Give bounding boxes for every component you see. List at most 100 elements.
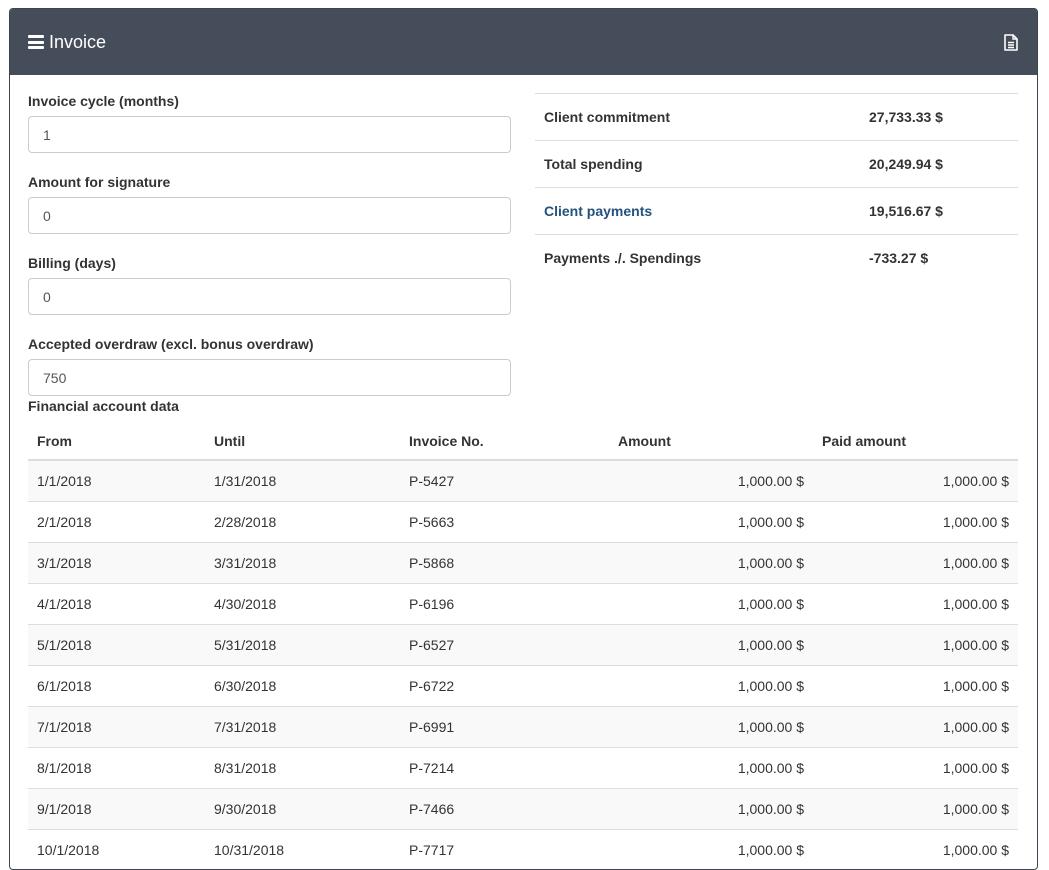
cell-amount: 1,000.00 $ [609,707,813,748]
invoice-panel: Invoice Invoice cycle (months) Amount fo… [9,8,1038,870]
client-payments-value: 19,516.67 $ [860,188,1018,235]
cell-from: 9/1/2018 [28,789,205,830]
client-payments-link[interactable]: Client payments [544,203,652,219]
cell-from: 10/1/2018 [28,830,205,870]
cell-amount: 1,000.00 $ [609,666,813,707]
document-icon[interactable] [1001,32,1021,52]
cell-until: 5/31/2018 [205,625,400,666]
cell-paid-amount: 1,000.00 $ [813,502,1018,543]
cell-from: 3/1/2018 [28,543,205,584]
table-row[interactable]: 5/1/2018 5/31/2018 P-6527 1,000.00 $ 1,0… [28,625,1018,666]
table-row[interactable]: 7/1/2018 7/31/2018 P-6991 1,000.00 $ 1,0… [28,707,1018,748]
total-spending-value: 20,249.94 $ [860,141,1018,188]
cell-paid-amount: 1,000.00 $ [813,830,1018,870]
title-wrap: Invoice [28,32,106,53]
table-row[interactable]: 1/1/2018 1/31/2018 P-5427 1,000.00 $ 1,0… [28,460,1018,502]
financial-account-table: From Until Invoice No. Amount Paid amoun… [28,423,1018,870]
cell-paid-amount: 1,000.00 $ [813,707,1018,748]
column-header-invoice-no[interactable]: Invoice No. [400,423,609,460]
payments-vs-spendings-value: -733.27 $ [860,235,1018,282]
cell-until: 4/30/2018 [205,584,400,625]
summary-row-payments-vs-spendings: Payments ./. Spendings -733.27 $ [535,235,1018,282]
payments-vs-spendings-label: Payments ./. Spendings [535,235,860,282]
cell-paid-amount: 1,000.00 $ [813,748,1018,789]
cell-invoice-no: P-6527 [400,625,609,666]
panel-header: Invoice [10,9,1037,75]
cell-until: 3/31/2018 [205,543,400,584]
cell-amount: 1,000.00 $ [609,789,813,830]
cell-from: 8/1/2018 [28,748,205,789]
cell-until: 10/31/2018 [205,830,400,870]
cell-invoice-no: P-6722 [400,666,609,707]
client-payments-cell: Client payments [535,188,860,235]
cell-invoice-no: P-7717 [400,830,609,870]
table-row[interactable]: 6/1/2018 6/30/2018 P-6722 1,000.00 $ 1,0… [28,666,1018,707]
cell-from: 4/1/2018 [28,584,205,625]
column-header-amount[interactable]: Amount [609,423,813,460]
invoice-cycle-input[interactable] [28,116,511,153]
cell-invoice-no: P-5663 [400,502,609,543]
cell-invoice-no: P-7214 [400,748,609,789]
cell-invoice-no: P-5868 [400,543,609,584]
cell-paid-amount: 1,000.00 $ [813,460,1018,502]
cell-from: 1/1/2018 [28,460,205,502]
table-row[interactable]: 2/1/2018 2/28/2018 P-5663 1,000.00 $ 1,0… [28,502,1018,543]
summary-row-client-commitment: Client commitment 27,733.33 $ [535,94,1018,141]
column-header-paid-amount[interactable]: Paid amount [813,423,1018,460]
summary-row-total-spending: Total spending 20,249.94 $ [535,141,1018,188]
table-row[interactable]: 10/1/2018 10/31/2018 P-7717 1,000.00 $ 1… [28,830,1018,870]
cell-from: 2/1/2018 [28,502,205,543]
cell-amount: 1,000.00 $ [609,460,813,502]
cell-paid-amount: 1,000.00 $ [813,584,1018,625]
amount-signature-input[interactable] [28,197,511,234]
cell-until: 1/31/2018 [205,460,400,502]
client-commitment-value: 27,733.33 $ [860,94,1018,141]
column-header-from[interactable]: From [28,423,205,460]
table-row[interactable]: 3/1/2018 3/31/2018 P-5868 1,000.00 $ 1,0… [28,543,1018,584]
table-row[interactable]: 9/1/2018 9/30/2018 P-7466 1,000.00 $ 1,0… [28,789,1018,830]
table-header-row: From Until Invoice No. Amount Paid amoun… [28,423,1018,460]
total-spending-label: Total spending [535,141,860,188]
cell-invoice-no: P-5427 [400,460,609,502]
accepted-overdraw-input[interactable] [28,359,511,396]
client-commitment-label: Client commitment [535,94,860,141]
column-header-until[interactable]: Until [205,423,400,460]
summary-section: Client commitment 27,733.33 $ Total spen… [535,93,1018,281]
cell-amount: 1,000.00 $ [609,748,813,789]
cell-amount: 1,000.00 $ [609,502,813,543]
cell-paid-amount: 1,000.00 $ [813,666,1018,707]
cell-from: 6/1/2018 [28,666,205,707]
financial-account-section: Financial account data From Until Invoic… [28,398,1018,870]
cell-from: 7/1/2018 [28,707,205,748]
cell-until: 2/28/2018 [205,502,400,543]
summary-table: Client commitment 27,733.33 $ Total spen… [535,93,1018,281]
billing-days-label: Billing (days) [28,255,511,271]
cell-paid-amount: 1,000.00 $ [813,625,1018,666]
billing-days-input[interactable] [28,278,511,315]
table-row[interactable]: 8/1/2018 8/31/2018 P-7214 1,000.00 $ 1,0… [28,748,1018,789]
cell-until: 7/31/2018 [205,707,400,748]
accepted-overdraw-label: Accepted overdraw (excl. bonus overdraw) [28,336,511,352]
cell-invoice-no: P-6196 [400,584,609,625]
table-row[interactable]: 4/1/2018 4/30/2018 P-6196 1,000.00 $ 1,0… [28,584,1018,625]
table-body: 1/1/2018 1/31/2018 P-5427 1,000.00 $ 1,0… [28,460,1018,870]
financial-account-label: Financial account data [28,398,1018,414]
cell-paid-amount: 1,000.00 $ [813,789,1018,830]
cell-from: 5/1/2018 [28,625,205,666]
cell-amount: 1,000.00 $ [609,584,813,625]
panel-title: Invoice [49,32,106,53]
summary-row-client-payments: Client payments 19,516.67 $ [535,188,1018,235]
cell-until: 8/31/2018 [205,748,400,789]
amount-signature-label: Amount for signature [28,174,511,190]
cell-until: 9/30/2018 [205,789,400,830]
invoice-cycle-label: Invoice cycle (months) [28,93,511,109]
cell-amount: 1,000.00 $ [609,625,813,666]
cell-paid-amount: 1,000.00 $ [813,543,1018,584]
cell-until: 6/30/2018 [205,666,400,707]
hamburger-menu-icon[interactable] [28,35,44,49]
cell-invoice-no: P-6991 [400,707,609,748]
cell-amount: 1,000.00 $ [609,543,813,584]
cell-amount: 1,000.00 $ [609,830,813,870]
cell-invoice-no: P-7466 [400,789,609,830]
settings-form: Invoice cycle (months) Amount for signat… [28,93,511,417]
